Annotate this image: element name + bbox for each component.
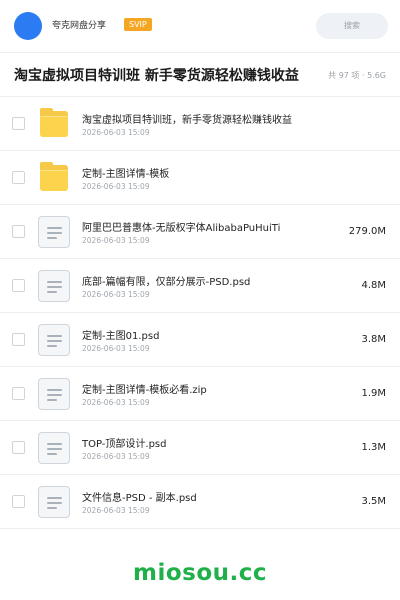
document-icon (38, 324, 70, 356)
brand-label: 夸克网盘分享 (52, 21, 107, 31)
file-list: 淘宝虚拟项目特训班，新手零货源轻松赚钱收益 2026-06-03 15:09 定制-… (0, 97, 400, 529)
file-name: 定制-主图详情-模板必看.zip (82, 385, 207, 396)
document-icon (38, 378, 70, 410)
file-name: 定制-主图详情-模板 (82, 169, 170, 180)
file-name: 底部-篇幅有限，仅部分展示-PSD.psd (82, 277, 251, 288)
document-icon (38, 486, 70, 518)
file-row[interactable]: 文件信息-PSD - 副本.psd 2026-06-03 15:09 3.5M (0, 475, 400, 529)
document-icon (38, 270, 70, 302)
file-size: 3.5M (361, 496, 386, 507)
file-name: 阿里巴巴普惠体-无版权字体AlibabaPuHuiTi (82, 223, 281, 234)
folder-icon (38, 162, 70, 194)
svip-badge: SVIP (124, 18, 152, 31)
file-date: 2026-06-03 15:09 (82, 290, 150, 299)
file-name: 淘宝虚拟项目特训班，新手零货源轻松赚钱收益 (82, 115, 292, 126)
row-checkbox[interactable] (12, 441, 25, 454)
folder-row[interactable]: 淘宝虚拟项目特训班，新手零货源轻松赚钱收益 2026-06-03 15:09 (0, 97, 400, 151)
file-row[interactable]: 阿里巴巴普惠体-无版权字体AlibabaPuHuiTi 2026-06-03 15… (0, 205, 400, 259)
watermark: miosou.cc (132, 560, 268, 586)
file-date: 2026-06-03 15:09 (82, 452, 150, 461)
file-row[interactable]: TOP-顶部设计.psd 2026-06-03 15:09 1.3M (0, 421, 400, 475)
file-size: 4.8M (361, 280, 386, 291)
file-date: 2026-06-03 15:09 (82, 128, 150, 137)
top-bar: 夸克网盘分享 SVIP 搜索 (0, 0, 400, 52)
file-size: 1.3M (361, 442, 386, 453)
row-checkbox[interactable] (12, 279, 25, 292)
file-row[interactable]: 定制-主图01.psd 2026-06-03 15:09 3.8M (0, 313, 400, 367)
file-date: 2026-06-03 15:09 (82, 506, 150, 515)
file-date: 2026-06-03 15:09 (82, 344, 150, 353)
file-date: 2026-06-03 15:09 (82, 398, 150, 407)
row-checkbox[interactable] (12, 171, 25, 184)
file-size: 3.8M (361, 334, 386, 345)
document-icon (38, 216, 70, 248)
file-name: 文件信息-PSD - 副本.psd (82, 493, 197, 504)
document-icon (38, 432, 70, 464)
file-name: 定制-主图01.psd (82, 331, 160, 342)
folder-row[interactable]: 定制-主图详情-模板 2026-06-03 15:09 (0, 151, 400, 205)
row-checkbox[interactable] (12, 333, 25, 346)
file-row[interactable]: 定制-主图详情-模板必看.zip 2026-06-03 15:09 1.9M (0, 367, 400, 421)
folder-header: 淘宝虚拟项目特训班 新手零货源轻松赚钱收益 共 97 项 · 5.6G (0, 53, 400, 97)
file-size: 1.9M (361, 388, 386, 399)
search-input[interactable]: 搜索 (316, 13, 388, 39)
folder-meta: 共 97 项 · 5.6G (328, 71, 386, 80)
file-date: 2026-06-03 15:09 (82, 182, 150, 191)
row-checkbox[interactable] (12, 117, 25, 130)
row-checkbox[interactable] (12, 225, 25, 238)
file-date: 2026-06-03 15:09 (82, 236, 150, 245)
row-checkbox[interactable] (12, 495, 25, 508)
folder-icon (38, 108, 70, 140)
folder-title: 淘宝虚拟项目特训班 新手零货源轻松赚钱收益 (14, 68, 299, 84)
file-row[interactable]: 底部-篇幅有限，仅部分展示-PSD.psd 2026-06-03 15:09 4.8… (0, 259, 400, 313)
file-size: 279.0M (348, 226, 386, 237)
avatar[interactable] (14, 12, 42, 40)
row-checkbox[interactable] (12, 387, 25, 400)
file-name: TOP-顶部设计.psd (82, 439, 167, 450)
